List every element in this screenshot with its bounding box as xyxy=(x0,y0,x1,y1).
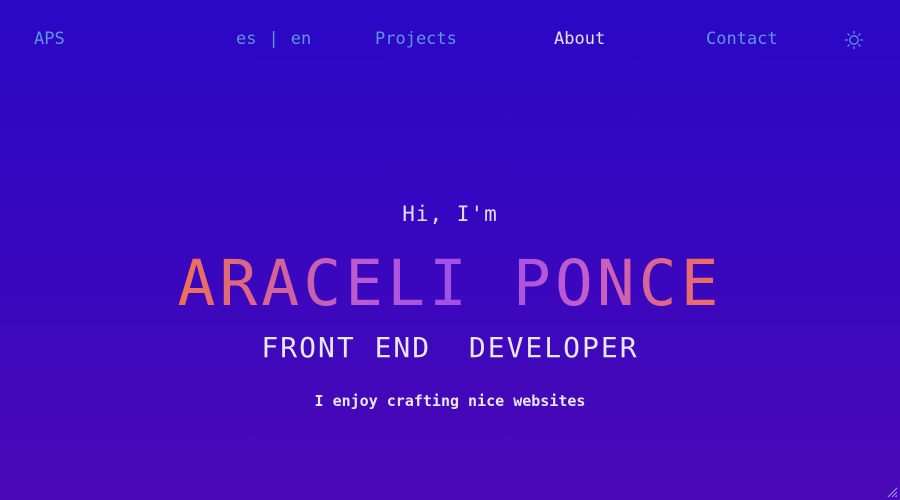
hero-role: FRONT END DEVELOPER xyxy=(261,331,639,364)
hero-tagline: I enjoy crafting nice websites xyxy=(314,392,586,410)
hero-name-text: ARACELI PONCE xyxy=(177,247,723,320)
hero-section: Hi, I'm ARACELI PONCE FRONT END DEVELOPE… xyxy=(0,0,900,500)
resize-grip-icon[interactable] xyxy=(886,486,898,498)
hero-name: ARACELI PONCE xyxy=(0,246,900,322)
hero-greeting: Hi, I'm xyxy=(402,202,498,226)
